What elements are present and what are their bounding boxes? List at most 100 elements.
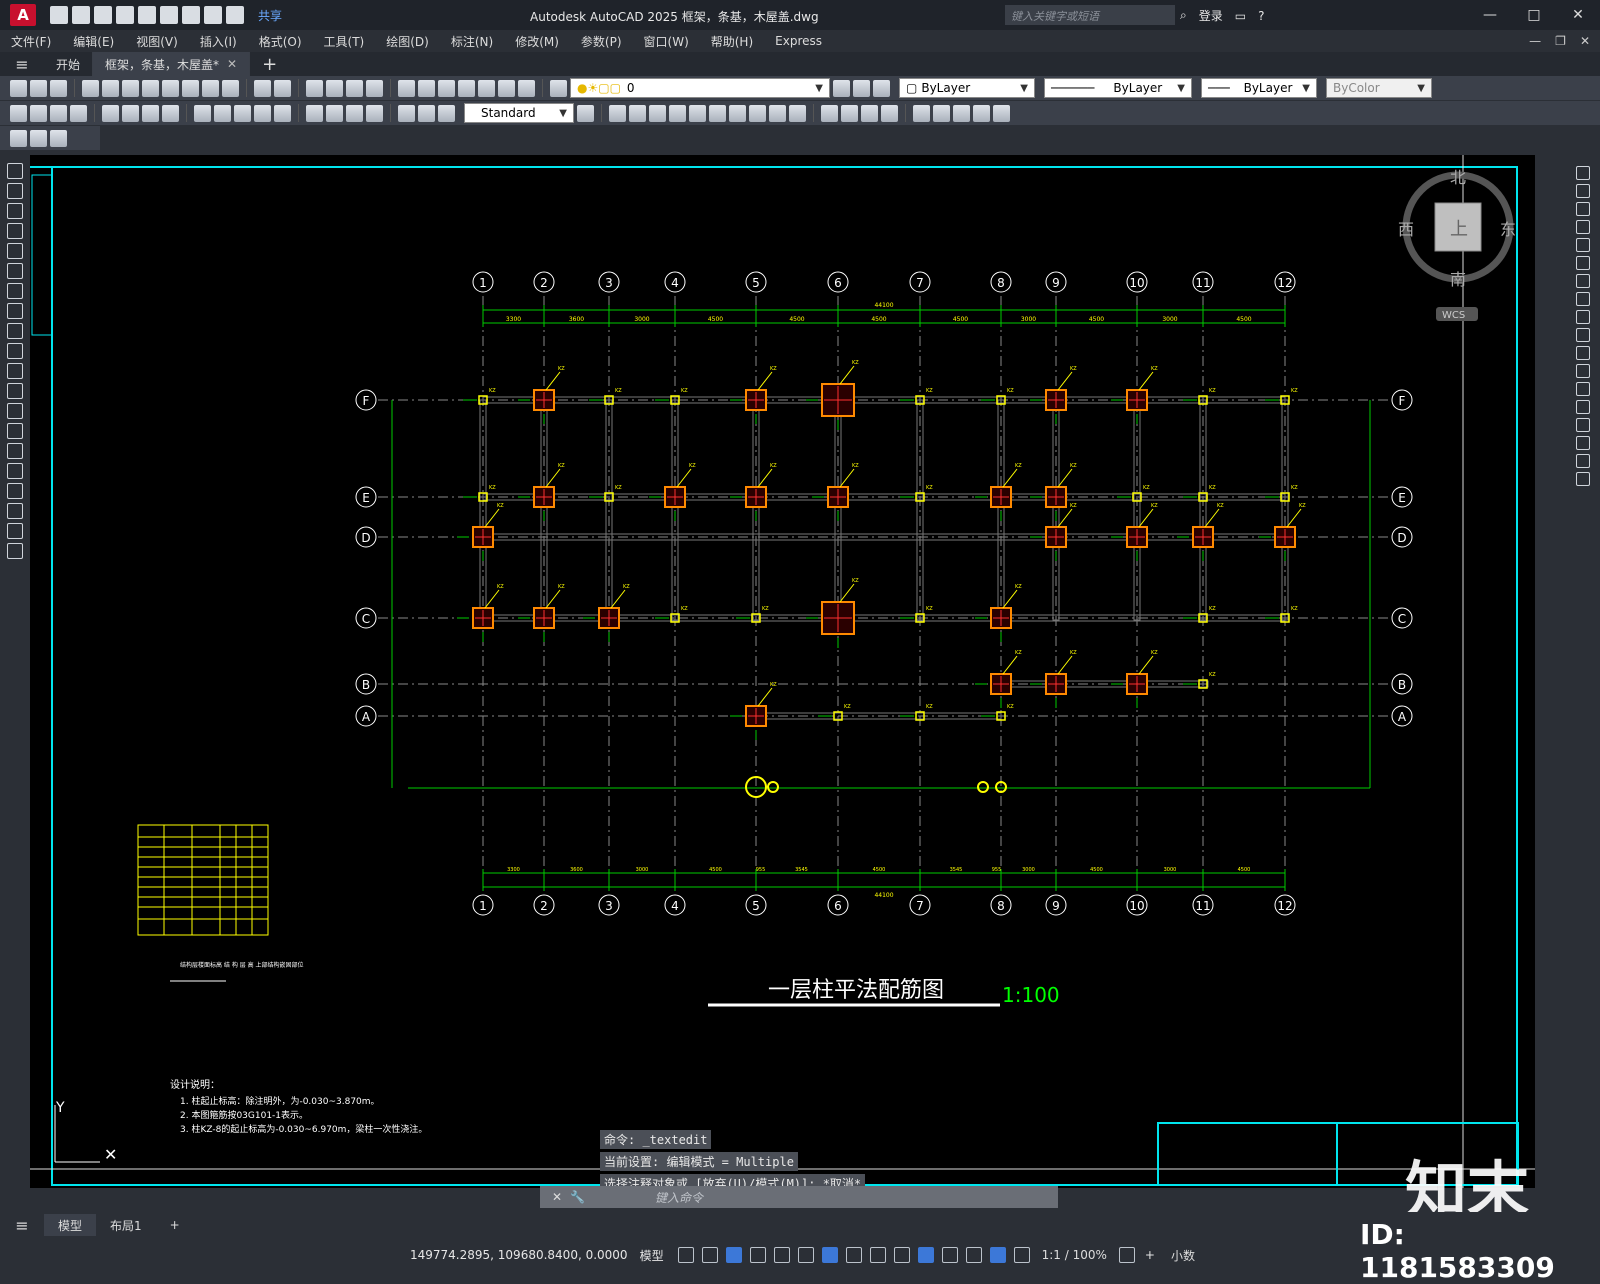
viewcube-north[interactable]: 北 [1450, 168, 1466, 187]
box-icon[interactable] [629, 104, 646, 122]
revision-cloud-icon[interactable] [7, 303, 23, 319]
table-icon[interactable] [7, 503, 23, 519]
point-icon[interactable] [7, 423, 23, 439]
render-icon[interactable] [861, 104, 878, 122]
copy-icon[interactable] [182, 79, 199, 97]
arc-icon[interactable] [7, 263, 23, 279]
minimize-button[interactable]: — [1468, 0, 1512, 30]
help-icon[interactable]: ? [1258, 9, 1264, 23]
linear-dim-icon[interactable] [10, 104, 27, 122]
make-block-icon[interactable] [7, 403, 23, 419]
slice-icon[interactable] [769, 104, 786, 122]
tool-palettes-icon[interactable] [438, 79, 455, 97]
model-space-button[interactable]: 模型 [640, 1247, 664, 1264]
dim-style-icon[interactable] [577, 104, 594, 122]
extrude-icon[interactable] [669, 104, 686, 122]
block-icon[interactable] [10, 129, 27, 147]
new-tab-button[interactable]: + [250, 52, 289, 76]
login-button[interactable]: 登录 [1199, 7, 1223, 24]
scale-icon[interactable] [1576, 292, 1590, 306]
mtext-icon[interactable] [7, 523, 23, 539]
ordinate-icon[interactable] [70, 104, 87, 122]
diameter-icon[interactable] [142, 104, 159, 122]
maximize-button[interactable]: □ [1512, 0, 1556, 30]
union-icon[interactable] [709, 104, 726, 122]
app-menu-icon[interactable]: ≡ [0, 52, 44, 76]
auto-scale-icon[interactable] [1013, 1247, 1030, 1263]
arc-length-icon[interactable] [50, 104, 67, 122]
layout-menu-icon[interactable]: ≡ [0, 1216, 44, 1235]
layer-dropdown[interactable]: ●☀▢▢ 0 ▼ [570, 78, 830, 98]
shade-icon[interactable] [841, 104, 858, 122]
insert-block-icon[interactable] [7, 383, 23, 399]
search-icon[interactable]: ⌕ [1180, 8, 1187, 23]
share-button[interactable]: 共享 [258, 7, 282, 24]
layer-states-icon[interactable] [873, 79, 890, 97]
tab-start[interactable]: 开始 [44, 52, 94, 76]
object-snap-icon[interactable] [821, 1247, 838, 1263]
menu-express[interactable]: Express [764, 34, 833, 48]
cut-icon[interactable] [162, 79, 179, 97]
selection-cycling-icon[interactable] [893, 1247, 910, 1263]
command-input[interactable]: 键入命令 [655, 1189, 703, 1206]
rotate-icon[interactable] [1576, 274, 1590, 288]
space-icon[interactable] [254, 104, 271, 122]
offset-icon[interactable] [1576, 220, 1590, 234]
ellipse-icon[interactable] [7, 343, 23, 359]
angular-icon[interactable] [162, 104, 179, 122]
construction-line-icon[interactable] [7, 183, 23, 199]
break-point-icon[interactable] [1576, 364, 1590, 378]
gradient-icon[interactable] [7, 463, 23, 479]
explode-icon[interactable] [1576, 472, 1590, 486]
revolve-icon[interactable] [689, 104, 706, 122]
zoom-realtime-icon[interactable] [326, 79, 343, 97]
zoom-previous-icon[interactable] [366, 79, 383, 97]
mirror-icon[interactable] [1576, 202, 1590, 216]
spline-icon[interactable] [7, 323, 23, 339]
linetype-dropdown[interactable]: ────── ByLayer ▼ [1044, 78, 1192, 98]
blend-icon[interactable] [1576, 454, 1590, 468]
pdf-icon[interactable] [142, 79, 159, 97]
new-icon[interactable] [10, 79, 27, 97]
tolerance-icon[interactable] [306, 104, 323, 122]
plot-icon[interactable] [82, 79, 99, 97]
extend-icon[interactable] [1576, 346, 1590, 360]
plus-icon[interactable]: + [1145, 1248, 1155, 1262]
viewcube-south[interactable]: 南 [1450, 270, 1466, 289]
circle-icon[interactable] [7, 283, 23, 299]
search-input[interactable]: 键入关键字或短语 [1005, 5, 1175, 25]
orbit-icon[interactable] [609, 104, 626, 122]
zoom-window-icon[interactable] [346, 79, 363, 97]
continue-icon[interactable] [234, 104, 251, 122]
add-selected-icon[interactable] [7, 543, 23, 559]
menu-insert[interactable]: 插入(I) [189, 33, 248, 50]
viewcube-west[interactable]: 西 [1398, 220, 1414, 239]
loft-icon[interactable] [953, 104, 970, 122]
jogged-linear-icon[interactable] [366, 104, 383, 122]
undo-icon[interactable] [204, 6, 222, 24]
save-icon[interactable] [94, 6, 112, 24]
inspect-icon[interactable] [346, 104, 363, 122]
dim-text-edit-icon[interactable] [418, 104, 435, 122]
tab-drawing[interactable]: 框架，条基，木屋盖* ✕ [93, 52, 251, 76]
dim-update-icon[interactable] [438, 104, 455, 122]
annotation-scale[interactable]: 1:1 / 100% [1042, 1248, 1107, 1262]
dynamic-ucs-icon[interactable] [941, 1247, 958, 1263]
polygon-icon[interactable] [7, 223, 23, 239]
isodraft-icon[interactable] [773, 1247, 790, 1263]
menu-window[interactable]: 窗口(W) [633, 33, 700, 50]
autocad-logo-icon[interactable]: A [10, 4, 36, 26]
text-style-dropdown[interactable]: Standard ▼ [464, 103, 574, 123]
paste-icon[interactable] [202, 79, 219, 97]
layer-previous-icon[interactable] [853, 79, 870, 97]
menu-edit[interactable]: 编辑(E) [62, 33, 125, 50]
doc-restore-icon[interactable]: ❐ [1555, 34, 1566, 48]
aligned-dim-icon[interactable] [30, 104, 47, 122]
close-icon[interactable]: ✕ [552, 1190, 562, 1204]
selection-filter-icon[interactable] [965, 1247, 982, 1263]
quick-dim-icon[interactable] [194, 104, 211, 122]
fillet-icon[interactable] [1576, 436, 1590, 450]
menu-draw[interactable]: 绘图(D) [375, 33, 440, 50]
chamfer-icon[interactable] [1576, 418, 1590, 432]
subtract-icon[interactable] [729, 104, 746, 122]
